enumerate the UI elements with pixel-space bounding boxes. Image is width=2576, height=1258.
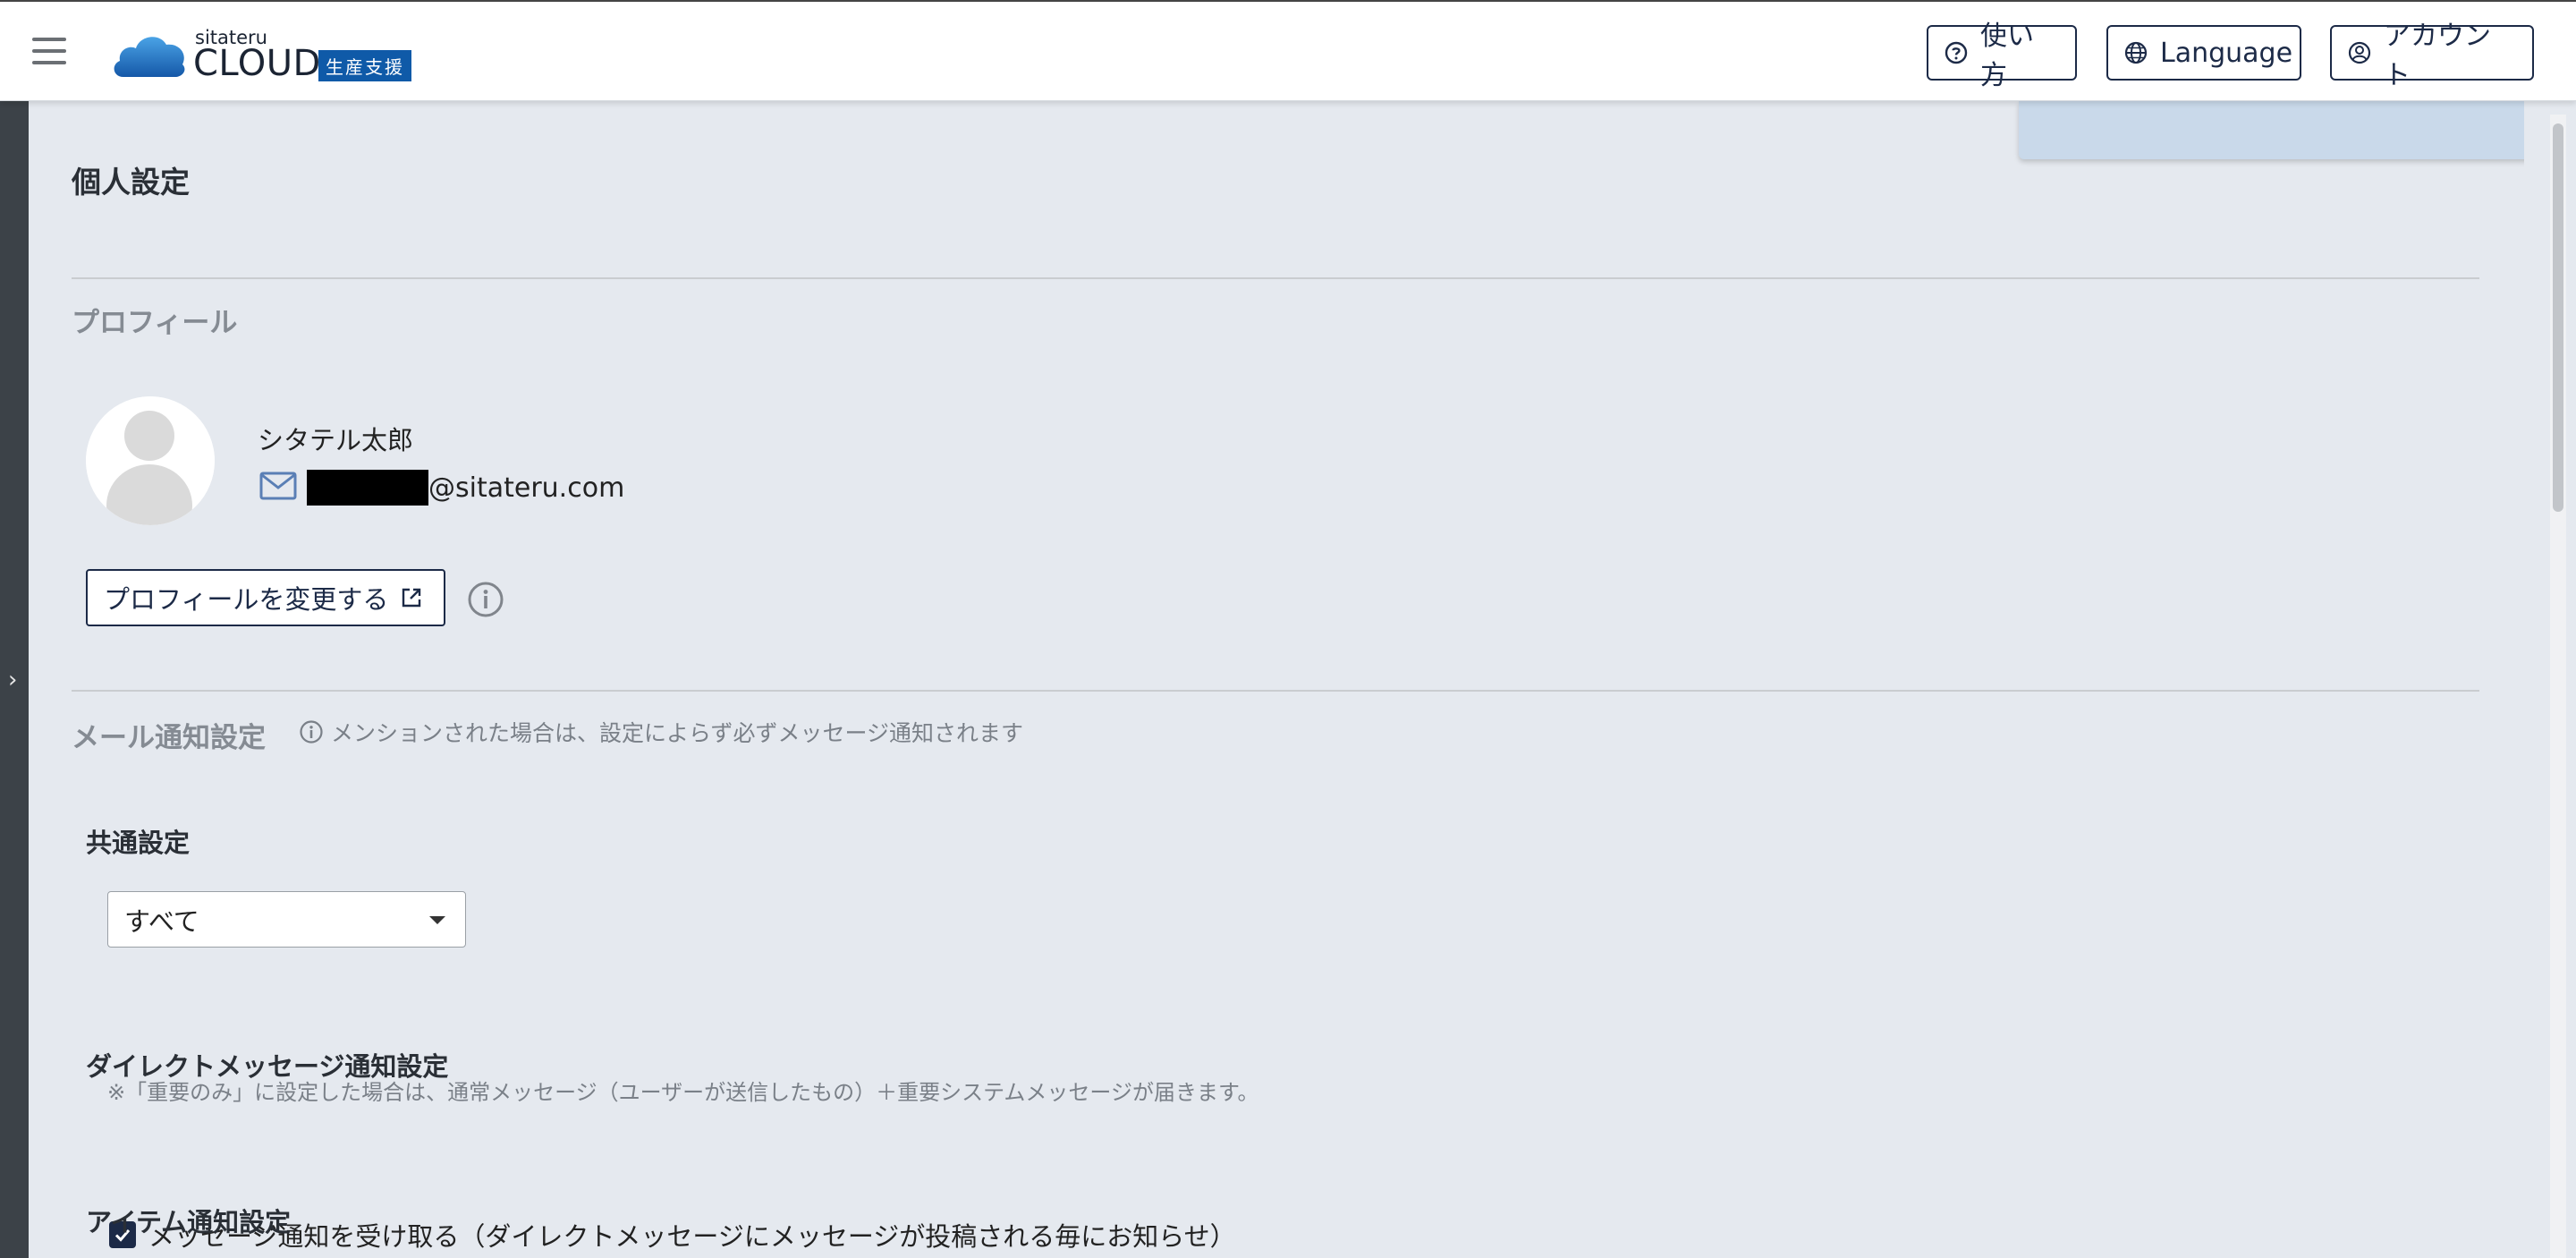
item-notification-title: アイテム通知設定 — [86, 1207, 292, 1237]
chevron-right-icon[interactable]: › — [8, 667, 17, 693]
user-circle-icon — [2348, 41, 2371, 64]
info-icon — [300, 720, 323, 744]
default-avatar-icon — [86, 396, 215, 525]
mention-note-text: メンションされた場合は、設定によらず必ずメッセージ通知されます — [331, 720, 1024, 746]
divider — [72, 690, 2479, 692]
notification-level-value: すべて — [124, 905, 199, 937]
header-dropdown-panel — [2019, 101, 2536, 159]
language-button[interactable]: Language — [2106, 25, 2301, 81]
help-button-label: 使い方 — [1980, 21, 2034, 91]
dm-notification-title: ダイレクトメッセージ通知設定 — [86, 1051, 449, 1082]
avatar — [86, 396, 215, 525]
sitateru-cloud-logo[interactable]: sitateru CLOUD 生産支援 — [111, 27, 415, 84]
account-button[interactable]: アカウント — [2330, 21, 2534, 91]
redacted-email-local-part — [307, 470, 428, 506]
help-button[interactable]: 使い方 — [1927, 21, 2077, 91]
mail-notification-section-title: メール通知設定 — [72, 722, 266, 754]
profile-section-title: プロフィール — [72, 307, 238, 339]
mention-note: メンションされた場合は、設定によらず必ずメッセージ通知されます — [299, 716, 1023, 748]
change-profile-button-label: プロフィールを変更する — [104, 584, 389, 615]
mail-icon — [259, 472, 297, 500]
account-button-label: アカウント — [2384, 21, 2491, 91]
logo-wordmark: CLOUD — [193, 43, 321, 84]
main-content: 個人設定 プロフィール シタテル太郎 @sitateru.com プロフィールを… — [29, 101, 2536, 1258]
common-settings-title: 共通設定 — [86, 828, 191, 858]
email-domain: @sitateru.com — [428, 472, 625, 504]
page-title: 個人設定 — [72, 165, 190, 200]
divider — [72, 277, 2479, 279]
profile-email: @sitateru.com — [307, 468, 624, 507]
globe-icon — [2124, 41, 2148, 64]
hamburger-menu-icon[interactable] — [32, 38, 66, 64]
caret-down-icon — [429, 916, 445, 924]
logo-badge: 生産支援 — [318, 50, 411, 81]
profile-name: シタテル太郎 — [258, 425, 414, 455]
app-header: sitateru CLOUD 生産支援 使い方 Language アカウント — [0, 0, 2576, 101]
cloud-logo-icon — [114, 37, 185, 77]
info-icon[interactable] — [467, 581, 504, 618]
language-button-label: Language — [2160, 37, 2293, 69]
change-profile-button[interactable]: プロフィールを変更する — [86, 569, 445, 626]
vertical-scrollbar[interactable] — [2550, 115, 2566, 1258]
dm-notification-label: メッセージ通知を受け取る（ダイレクトメッセージにメッセージが投稿される毎にお知ら… — [148, 1221, 1236, 1252]
external-link-icon — [402, 588, 421, 608]
collapsed-sidebar[interactable]: › — [0, 101, 29, 1258]
question-circle-icon — [1945, 41, 1968, 64]
notification-level-select[interactable]: すべて — [107, 891, 466, 948]
scrollbar-thumb[interactable] — [2553, 123, 2563, 512]
